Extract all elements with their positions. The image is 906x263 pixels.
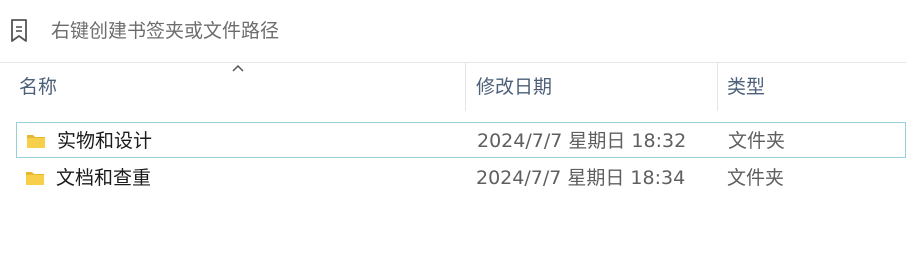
column-header-type[interactable]: 类型 [717, 63, 906, 111]
file-modified: 2024/7/7 星期日 18:34 [476, 167, 686, 189]
bookmark-icon[interactable] [8, 18, 30, 44]
bookmark-bar[interactable]: 右键创建书签夹或文件路径 [0, 0, 906, 62]
column-header-row: 名称 修改日期 类型 [0, 63, 906, 111]
file-type: 文件夹 [727, 167, 785, 189]
list-item[interactable]: 文档和查重 2024/7/7 星期日 18:34 文件夹 [16, 160, 906, 196]
file-name: 文档和查重 [56, 167, 152, 189]
file-modified: 2024/7/7 星期日 18:32 [477, 130, 687, 152]
folder-icon [27, 135, 45, 148]
column-header-date[interactable]: 修改日期 [466, 63, 717, 111]
file-explorer-view: 右键创建书签夹或文件路径 名称 修改日期 类型 实物和设计 2024/7/7 星… [0, 0, 906, 263]
column-header-name[interactable]: 名称 [9, 63, 465, 111]
bookmark-placeholder: 右键创建书签夹或文件路径 [51, 20, 280, 42]
file-type: 文件夹 [728, 130, 786, 152]
list-item[interactable]: 实物和设计 2024/7/7 星期日 18:32 文件夹 [16, 122, 906, 158]
folder-icon [26, 172, 44, 185]
file-name: 实物和设计 [57, 130, 153, 152]
